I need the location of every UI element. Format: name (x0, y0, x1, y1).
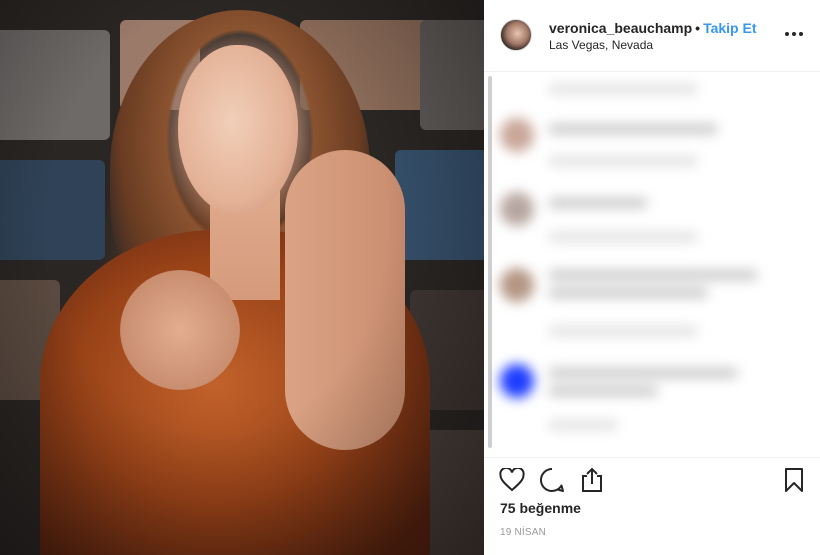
location-link[interactable]: Las Vegas, Nevada (549, 38, 653, 52)
post-panel: veronica_beauchamp • Takip Et Las Vegas, N… (484, 0, 820, 555)
more-options-icon[interactable] (782, 24, 806, 44)
scrollbar[interactable] (488, 76, 492, 448)
likes-count[interactable]: 75 beğenme (500, 500, 581, 516)
comments-area[interactable] (484, 72, 820, 456)
comment-icon[interactable] (538, 466, 566, 494)
vignette (0, 0, 484, 555)
comment-avatar (500, 364, 534, 398)
bookmark-icon[interactable] (780, 466, 808, 494)
follow-button[interactable]: Takip Et (703, 20, 756, 36)
post-date[interactable]: 19 NİSAN (500, 527, 546, 538)
comment-avatar (500, 192, 534, 226)
heart-icon[interactable] (498, 466, 526, 494)
post-photo[interactable] (0, 0, 484, 555)
comment-avatar (500, 268, 534, 302)
author-line: veronica_beauchamp • Takip Et (549, 20, 757, 36)
action-bar (484, 457, 820, 497)
avatar[interactable] (500, 19, 532, 51)
share-icon[interactable] (578, 466, 606, 494)
comment-avatar (500, 118, 534, 152)
separator-dot: • (695, 20, 701, 36)
username-link[interactable]: veronica_beauchamp (549, 20, 692, 36)
post-header: veronica_beauchamp • Takip Et Las Vegas, N… (484, 0, 820, 72)
